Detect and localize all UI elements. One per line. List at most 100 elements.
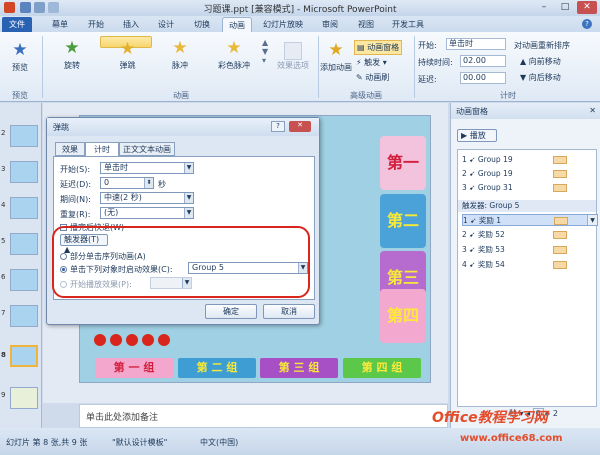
tab-developer[interactable]: 开发工具 xyxy=(388,17,428,32)
anim-item[interactable]: 3 ➹ Group 31 xyxy=(462,182,598,194)
balloon xyxy=(110,334,122,346)
language[interactable]: 中文(中国) xyxy=(200,437,238,448)
effect-options-button[interactable]: 效果选项 xyxy=(272,42,314,71)
trigger-header[interactable]: 触发器: Group 5 xyxy=(458,200,596,212)
slide-thumbnail[interactable] xyxy=(10,125,38,147)
spinner-icon[interactable]: ⬍ xyxy=(144,178,153,188)
item-dropdown-icon[interactable]: ▼ xyxy=(587,215,597,225)
timeline-bar xyxy=(553,261,567,269)
move-later-button[interactable]: ▼ 向后移动 xyxy=(520,72,561,83)
tab-home[interactable]: 开始 xyxy=(82,17,110,32)
group-label[interactable]: 第 四 组 xyxy=(343,358,421,378)
play-button[interactable]: ▶ 播放 xyxy=(457,129,497,142)
anim-brush-label: 动画刷 xyxy=(365,73,390,82)
level-banner[interactable]: 第一关 xyxy=(380,136,426,226)
anim-group-label: 动画 xyxy=(173,91,189,100)
ok-button[interactable]: 确定 xyxy=(205,304,257,319)
title-bar: 习题课.ppt [兼容模式] - Microsoft PowerPoint – … xyxy=(0,0,600,16)
tab-design[interactable]: 设计 xyxy=(152,17,180,32)
help-icon[interactable]: ? xyxy=(582,19,592,29)
notes-pane[interactable]: 单击此处添加备注 xyxy=(79,404,448,428)
slide-thumbnail-active[interactable] xyxy=(10,345,38,367)
animation-painter-button[interactable]: ✎ 动画刷 xyxy=(356,72,389,83)
start-label: 开始(S): xyxy=(60,165,91,174)
repeat-select[interactable]: (无) ▼ xyxy=(100,207,194,219)
timeline-bar xyxy=(553,246,567,254)
delay-unit: 秒 xyxy=(158,180,166,189)
start-select[interactable]: 单击时 xyxy=(446,38,506,50)
group-label[interactable]: 第 一 组 xyxy=(95,358,173,378)
slide-info: 幻灯片 第 8 张,共 9 张 xyxy=(6,438,88,447)
slide-number: 9 xyxy=(1,391,6,399)
start-select[interactable]: 单击时 ▼ xyxy=(100,162,194,174)
anim-item-selected[interactable]: 1 ➹ 奖励 1 ▼ xyxy=(462,214,598,226)
theme-name[interactable]: "默认设计模板" xyxy=(112,437,167,448)
effect-bounce[interactable]: ★ 弹跳 xyxy=(100,36,152,70)
tab-menu[interactable]: 幕单 xyxy=(46,17,74,32)
group-label[interactable]: 第 三 组 xyxy=(260,358,338,378)
effect-color-pulse[interactable]: ★ 彩色脉冲 xyxy=(208,36,260,78)
dialog-title: 弹跳 xyxy=(53,123,69,132)
slide-thumbnail[interactable] xyxy=(10,305,38,327)
group-label[interactable]: 第 二 组 xyxy=(178,358,256,378)
anim-item[interactable]: 2 ➹ Group 19 xyxy=(462,168,598,180)
level-banner[interactable]: 第四关 xyxy=(380,289,426,379)
delay-label: 延迟(D): xyxy=(60,180,92,189)
tab-animations[interactable]: 动画 xyxy=(222,17,252,32)
trigger-label: 触发 xyxy=(364,58,381,67)
tab-text-animation[interactable]: 正文文本动画 xyxy=(119,142,175,156)
anim-item[interactable]: 3 ➹ 奖励 53 xyxy=(462,244,598,256)
add-anim-label: 添加动画 xyxy=(320,63,352,72)
tab-effect[interactable]: 效果 xyxy=(55,142,85,156)
move-earlier-button[interactable]: ▲ 向前移动 xyxy=(520,56,561,67)
slide-thumbnail[interactable] xyxy=(10,161,38,183)
tab-file[interactable]: 文件 xyxy=(2,17,32,32)
help-icon[interactable]: ? xyxy=(271,121,285,132)
animation-pane-button[interactable]: ▤ 动画窗格 xyxy=(354,40,403,55)
slide-number: 3 xyxy=(1,165,6,173)
move-earlier-label: 向前移动 xyxy=(528,57,561,66)
effect-options-icon xyxy=(284,42,302,60)
delay-input[interactable]: 0 ⬍ xyxy=(100,177,154,189)
duration-input[interactable]: 02.00 xyxy=(460,55,506,67)
minimize-button[interactable]: – xyxy=(534,1,554,14)
tab-view[interactable]: 视图 xyxy=(352,17,380,32)
adv-group-label: 高级动画 xyxy=(350,91,382,100)
dialog-titlebar: 弹跳 ? ✕ xyxy=(47,118,319,136)
tab-transitions[interactable]: 切换 xyxy=(188,17,216,32)
close-icon[interactable]: ✕ xyxy=(589,106,596,115)
tab-timing[interactable]: 计时 xyxy=(85,142,119,157)
anim-item[interactable]: 4 ➹ 奖励 54 xyxy=(462,259,598,271)
pulse-star-icon: ★ xyxy=(172,38,188,58)
maximize-button[interactable]: □ xyxy=(555,1,575,14)
balloon xyxy=(158,334,170,346)
preview-button[interactable]: ★ 预览 xyxy=(6,38,34,73)
anim-item[interactable]: 1 ➹ Group 19 xyxy=(462,154,598,166)
effect-pulse[interactable]: ★ 脉冲 xyxy=(154,36,206,78)
slide-thumbnail[interactable] xyxy=(10,269,38,291)
gallery-scroll[interactable]: ▲ ▼ ▾ xyxy=(262,38,268,65)
add-animation-button[interactable]: ★ 添加动画 xyxy=(318,38,354,73)
slide-thumbnail[interactable] xyxy=(10,387,38,409)
effect-spin[interactable]: ★ 旋转 xyxy=(46,36,98,78)
tab-review[interactable]: 审阅 xyxy=(316,17,344,32)
anim-item-number: 4 xyxy=(462,260,467,269)
delay-input[interactable]: 00.00 xyxy=(460,72,506,84)
slide-thumbnail[interactable] xyxy=(10,197,38,219)
balloon xyxy=(94,334,106,346)
duration-select[interactable]: 中速(2 秒) ▼ xyxy=(100,192,194,204)
tab-slideshow[interactable]: 幻灯片放映 xyxy=(258,17,308,32)
trigger-button[interactable]: ⚡ 触发 ▾ xyxy=(356,57,387,68)
slide-number: 2 xyxy=(1,129,6,137)
chevron-down-icon: ▼ xyxy=(184,163,193,173)
cancel-button[interactable]: 取消 xyxy=(263,304,315,319)
anim-item-number: 2 xyxy=(462,169,467,178)
close-icon[interactable]: ✕ xyxy=(289,121,311,132)
timeline-bar xyxy=(553,170,567,178)
slide-thumbnail[interactable] xyxy=(10,233,38,255)
anim-item[interactable]: 2 ➹ 奖励 52 xyxy=(462,229,598,241)
anim-item-name: 奖励 52 xyxy=(477,230,505,239)
level-banner[interactable]: 第二关 xyxy=(380,194,426,284)
close-button[interactable]: ✕ xyxy=(577,1,597,14)
tab-insert[interactable]: 插入 xyxy=(117,17,145,32)
